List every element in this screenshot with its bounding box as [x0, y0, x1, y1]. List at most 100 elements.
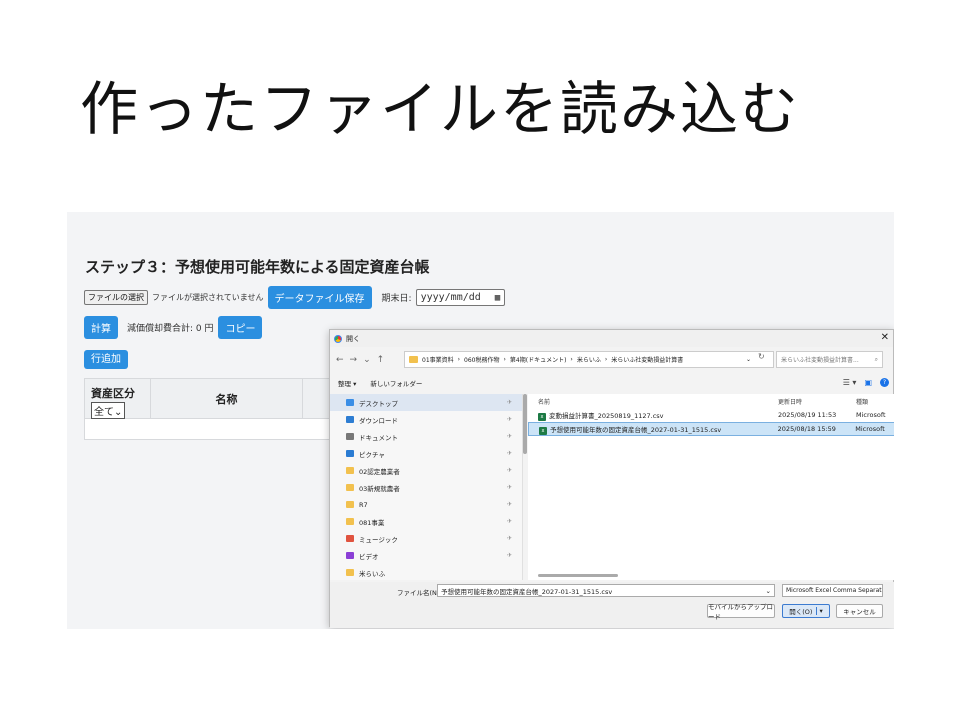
excel-icon: x: [539, 426, 547, 435]
filter-value: 全て: [94, 407, 114, 418]
dialog-title: 開く: [346, 334, 360, 343]
pin-icon: ✈: [506, 433, 512, 440]
up-icon[interactable]: ↑: [377, 355, 385, 365]
chrome-icon: [334, 334, 342, 343]
folder-icon: [346, 467, 354, 474]
filetype-value: Microsoft Excel Comma Separat: [786, 587, 882, 594]
desktop-icon: [346, 399, 354, 406]
folder-icon: [346, 569, 354, 576]
col-asset-class: 資産区分 全て⌄: [85, 379, 151, 419]
nav-item-folder[interactable]: 02認定農業者 ✈: [330, 462, 522, 479]
nav-item-folder[interactable]: 081事業 ✈: [330, 513, 522, 530]
pin-icon: ✈: [506, 467, 512, 474]
chevron-down-icon[interactable]: ⌄: [766, 587, 771, 595]
file-select-button[interactable]: ファイルの選択: [84, 290, 148, 305]
pin-icon: ✈: [506, 399, 512, 406]
nav-item-label: 03新規就農者: [359, 484, 400, 493]
col-type[interactable]: 種類: [856, 397, 894, 406]
add-row-button[interactable]: 行追加: [84, 350, 128, 369]
nav-item-label: ドキュメント: [359, 433, 398, 442]
asset-class-filter[interactable]: 全て⌄: [91, 402, 126, 419]
pin-icon: ✈: [506, 518, 512, 525]
view-menu-icon[interactable]: ☰ ▾: [843, 378, 857, 387]
new-folder-button[interactable]: 新しいフォルダー: [370, 378, 422, 388]
nav-item-documents[interactable]: ドキュメント ✈: [330, 428, 522, 445]
depreciation-total: 減価償却費合計: 0 円: [127, 324, 214, 334]
file-row[interactable]: x 変動損益計算書_20250819_1127.csv 2025/08/19 11…: [528, 408, 894, 422]
col-name[interactable]: 名前: [528, 397, 778, 406]
file-name-text: 予想使用可能年数の固定資産台帳_2027-01-31_1515.csv: [550, 425, 722, 434]
period-date-input[interactable]: yyyy/mm/dd ▦: [415, 289, 506, 306]
view-controls: ☰ ▾ ▣ ?: [843, 378, 889, 387]
nav-item-label: デスクトップ: [359, 399, 398, 408]
breadcrumb-item[interactable]: 米らいふ: [577, 355, 601, 364]
breadcrumb-item[interactable]: 01事業資料: [422, 355, 454, 364]
back-icon[interactable]: ←: [336, 355, 344, 365]
calc-button[interactable]: 計算: [84, 316, 118, 339]
file-name: x 予想使用可能年数の固定資産台帳_2027-01-31_1515.csv: [529, 424, 778, 435]
address-bar-row: ← → ⌄ ↑ 01事業資料 › 060税務作物 › 第4期(ドキュメント) › 米ら…: [330, 349, 894, 371]
breadcrumb-item[interactable]: 米らいふ社変動損益計算書: [611, 355, 683, 364]
folder-icon: [346, 501, 354, 508]
file-list: 名前 更新日時 種類 x 変動損益計算書_20250819_1127.csv 20…: [528, 394, 894, 580]
close-icon[interactable]: ✕: [881, 332, 889, 343]
copy-button[interactable]: コピー: [218, 316, 263, 339]
help-icon[interactable]: ?: [880, 378, 889, 387]
breadcrumb-item[interactable]: 第4期(ドキュメント): [510, 355, 567, 364]
video-icon: [346, 552, 354, 559]
nav-item-folder[interactable]: 米らいふ: [330, 564, 522, 581]
pin-icon: ✈: [506, 535, 512, 542]
preview-pane-icon[interactable]: ▣: [864, 378, 872, 387]
file-row: ファイルの選択 ファイルが選択されていません データファイル保存 期末日: yy…: [84, 286, 506, 309]
path-dropdown-icon[interactable]: ⌄: [746, 356, 751, 363]
slide: 作ったファイルを読み込む ステップ３：予想使用可能年数による固定資産台帳 ファイ…: [0, 0, 960, 720]
folder-icon: [409, 356, 418, 363]
dialog-footer: ファイル名(N): 予想使用可能年数の固定資産台帳_2027-01-31_151…: [330, 582, 894, 628]
nav-item-downloads[interactable]: ダウンロード ✈: [330, 411, 522, 428]
picture-icon: [346, 450, 354, 457]
col-name: 名称: [151, 379, 303, 418]
file-modified: 2025/08/18 15:59: [777, 425, 836, 433]
save-data-button[interactable]: データファイル保存: [267, 286, 372, 309]
pin-icon: ✈: [506, 501, 512, 508]
breadcrumb-item[interactable]: 060税務作物: [464, 355, 499, 364]
filetype-select[interactable]: Microsoft Excel Comma Separat ⌄: [782, 584, 883, 597]
file-modified: 2025/08/19 11:53: [778, 411, 837, 419]
recent-chevron-icon[interactable]: ⌄: [363, 355, 371, 365]
nav-item-label: 米らいふ: [359, 569, 385, 578]
file-row-selected[interactable]: x 予想使用可能年数の固定資産台帳_2027-01-31_1515.csv 202…: [528, 422, 894, 436]
nav-item-folder[interactable]: 03新規就農者 ✈: [330, 479, 522, 496]
filename-input[interactable]: 予想使用可能年数の固定資産台帳_2027-01-31_1515.csv ⌄: [437, 584, 775, 597]
refresh-icon[interactable]: ↻: [758, 352, 765, 361]
calendar-icon[interactable]: ▦: [495, 293, 500, 303]
document-icon: [346, 433, 354, 440]
organize-menu[interactable]: 整理 ▾: [338, 378, 356, 388]
nav-item-videos[interactable]: ビデオ ✈: [330, 547, 522, 564]
file-type: Microsoft: [855, 425, 885, 433]
cancel-button[interactable]: キャンセル: [836, 604, 883, 618]
horizontal-scrollbar[interactable]: [538, 574, 618, 577]
nav-item-label: ビデオ: [359, 552, 379, 561]
chevron-down-icon: ⌄: [882, 587, 883, 594]
nav-scrollbar[interactable]: [523, 394, 527, 454]
upload-from-mobile-button[interactable]: モバイルからアップロード: [707, 603, 775, 621]
filename-value: 予想使用可能年数の固定資産台帳_2027-01-31_1515.csv: [441, 587, 613, 596]
slide-title: 作ったファイルを読み込む: [80, 75, 801, 143]
pin-icon: ✈: [506, 450, 512, 457]
download-icon: [346, 416, 354, 423]
pin-icon: ✈: [506, 552, 512, 559]
nav-item-pictures[interactable]: ピクチャ ✈: [330, 445, 522, 462]
nav-item-desktop[interactable]: デスクトップ ✈: [330, 394, 522, 411]
open-button[interactable]: 開く(O) ▾: [782, 604, 830, 618]
app-screenshot: ステップ３：予想使用可能年数による固定資産台帳 ファイルの選択 ファイルが選択さ…: [67, 212, 894, 629]
nav-item-music[interactable]: ミュージック ✈: [330, 530, 522, 547]
forward-icon[interactable]: →: [350, 355, 358, 365]
dialog-titlebar: 開く ✕: [330, 330, 893, 347]
music-icon: [346, 535, 354, 542]
calc-row: 計算 減価償却費合計: 0 円 コピー: [84, 316, 263, 339]
search-input[interactable]: 米らいふ社変動損益計算書... ⌕: [776, 351, 883, 368]
nav-item-folder[interactable]: R7 ✈: [330, 496, 522, 513]
breadcrumb[interactable]: 01事業資料 › 060税務作物 › 第4期(ドキュメント) › 米らいふ › 米らいふ…: [404, 351, 774, 368]
col-modified[interactable]: 更新日時: [778, 397, 856, 406]
open-dropdown-icon[interactable]: ▾: [816, 607, 823, 615]
